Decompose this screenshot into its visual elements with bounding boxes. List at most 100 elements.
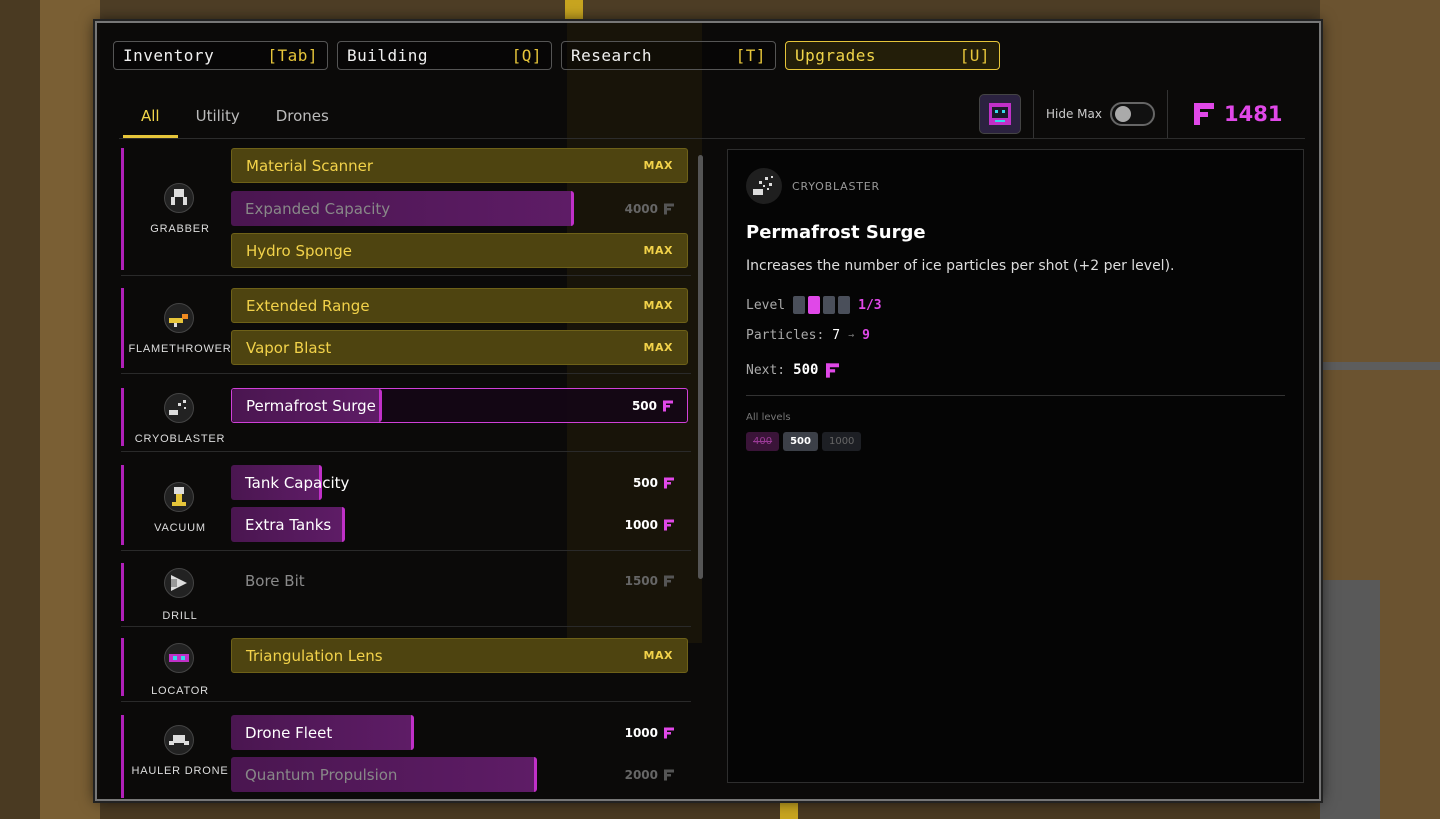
currency-amount: 1481 [1223, 102, 1283, 126]
drone-icon [164, 725, 194, 755]
upgrade-item[interactable]: Drone Fleet 1000 [231, 715, 688, 750]
group-divider [121, 275, 691, 276]
upgrade-name: Hydro Sponge [246, 241, 352, 260]
group-accent-bar [121, 148, 124, 270]
level-pips [793, 296, 851, 314]
max-badge: MAX [643, 341, 673, 354]
main-nav: Inventory [Tab] Building [Q] Research [T] U… [113, 41, 1000, 70]
all-levels-label: All levels [746, 412, 791, 423]
upgrade-name: Drone Fleet [245, 723, 333, 742]
upgrade-item[interactable]: Extended Range MAX [231, 288, 688, 323]
upgrade-name: Extended Range [246, 296, 370, 315]
cryoblaster-icon [164, 393, 194, 423]
upgrade-item[interactable]: Vapor Blast MAX [231, 330, 688, 365]
hide-max-label: Hide Max [1046, 107, 1102, 121]
level-pip [838, 296, 851, 314]
detail-description: Increases the number of ice particles pe… [746, 258, 1175, 274]
upgrade-item[interactable]: Triangulation Lens MAX [231, 638, 688, 673]
upgrade-item[interactable]: Tank Capacity 500 [231, 465, 688, 500]
currency-icon [1193, 103, 1214, 125]
particles-row: Particles: 7 → 9 [746, 328, 870, 343]
subtab-all[interactable]: All [123, 103, 178, 138]
upgrade-item[interactable]: Extra Tanks 1000 [231, 507, 688, 542]
level-cost-chip: 400 [746, 432, 780, 451]
max-badge: MAX [643, 299, 673, 312]
upgrade-group: DRILL Bore Bit 1500 [121, 563, 691, 627]
upgrade-name: Material Scanner [246, 156, 374, 175]
upgrade-group: LOCATOR Triangulation Lens MAX [121, 638, 691, 702]
hide-max-toggle[interactable] [1109, 102, 1155, 126]
tab-inventory[interactable]: Inventory [Tab] [113, 41, 328, 70]
header-controls: Hide Max 1481 [979, 90, 1283, 138]
detail-divider [746, 395, 1285, 396]
upgrade-group: VACUUM Tank Capacity 500 Extra Tanks 1000 [121, 465, 691, 551]
rock-block [1320, 580, 1380, 819]
subtab-drones[interactable]: Drones [276, 103, 329, 138]
upgrade-name: Triangulation Lens [246, 646, 383, 665]
upgrade-item[interactable]: Bore Bit 1500 [231, 563, 688, 598]
group-divider [121, 373, 691, 374]
upgrade-group: FLAMETHROWER Extended Range MAX Vapor Blast… [121, 288, 691, 374]
upgrade-name: Expanded Capacity [245, 199, 391, 218]
upgrade-item[interactable]: Material Scanner MAX [231, 148, 688, 183]
currency-display: 1481 [1193, 102, 1283, 126]
currency-icon [664, 769, 674, 780]
profile-button[interactable] [979, 94, 1021, 134]
currency-icon [664, 519, 674, 530]
currency-icon [664, 575, 674, 586]
detail-title: Permafrost Surge [746, 222, 926, 243]
pipe [1320, 362, 1440, 370]
group-label: GRABBER [150, 223, 210, 235]
max-badge: MAX [643, 159, 673, 172]
drill-icon [164, 568, 194, 598]
upgrade-name: Permafrost Surge [246, 396, 376, 415]
next-cost-row: Next: 500 [746, 362, 840, 378]
upgrade-item[interactable]: Hydro Sponge MAX [231, 233, 688, 268]
upgrade-cost: 1000 [625, 518, 674, 532]
currency-icon [664, 203, 674, 214]
upgrade-name: Bore Bit [245, 571, 305, 590]
tab-building[interactable]: Building [Q] [337, 41, 552, 70]
tab-upgrades[interactable]: Upgrades [U] [785, 41, 1000, 70]
upgrade-cost: 4000 [625, 202, 674, 216]
level-cost-chip: 500 [783, 432, 818, 451]
upgrade-cost: 500 [632, 399, 673, 413]
upgrade-cost: 1500 [625, 574, 674, 588]
group-label: HAULER DRONE [131, 765, 229, 777]
upgrade-group: CRYOBLASTER Permafrost Surge 500 [121, 388, 691, 452]
terrain-top [100, 0, 1320, 22]
upgrade-cost: 1000 [625, 726, 674, 740]
robot-face-icon [989, 103, 1011, 125]
vacuum-icon [164, 482, 194, 512]
upgrade-cost: 2000 [625, 768, 674, 782]
tab-research[interactable]: Research [T] [561, 41, 776, 70]
group-label: VACUUM [154, 522, 206, 534]
divider [1166, 90, 1168, 138]
max-badge: MAX [643, 244, 673, 257]
mine-shaft-bottom [780, 800, 798, 819]
currency-icon [663, 400, 673, 411]
group-accent-bar [121, 288, 124, 368]
toggle-knob [1114, 106, 1131, 122]
group-divider [121, 701, 691, 702]
group-label: FLAMETHROWER [128, 343, 232, 355]
upgrade-detail-panel: CRYOBLASTER Permafrost Surge Increases t… [727, 149, 1304, 783]
subtab-divider [119, 138, 1305, 139]
level-pip [808, 296, 821, 314]
upgrade-item[interactable]: Permafrost Surge 500 [231, 388, 688, 423]
upgrade-name: Tank Capacity [245, 473, 350, 492]
max-badge: MAX [643, 649, 673, 662]
terrain-left-edge [0, 0, 40, 819]
upgrade-item[interactable]: Quantum Propulsion 2000 [231, 757, 688, 792]
list-scrollbar[interactable] [698, 155, 703, 579]
group-divider [121, 451, 691, 452]
subtab-utility[interactable]: Utility [196, 103, 240, 138]
upgrade-list[interactable]: GRABBER Material Scanner MAX Expanded Capac… [121, 148, 691, 798]
upgrades-panel: Inventory [Tab] Building [Q] Research [T] U… [95, 21, 1321, 801]
filter-tabs: All Utility Drones [123, 103, 365, 138]
upgrade-item[interactable]: Expanded Capacity 4000 [231, 191, 688, 226]
grabber-icon [164, 183, 194, 213]
upgrade-cost: 500 [633, 476, 674, 490]
group-label: DRILL [162, 610, 198, 622]
group-accent-bar [121, 715, 124, 798]
